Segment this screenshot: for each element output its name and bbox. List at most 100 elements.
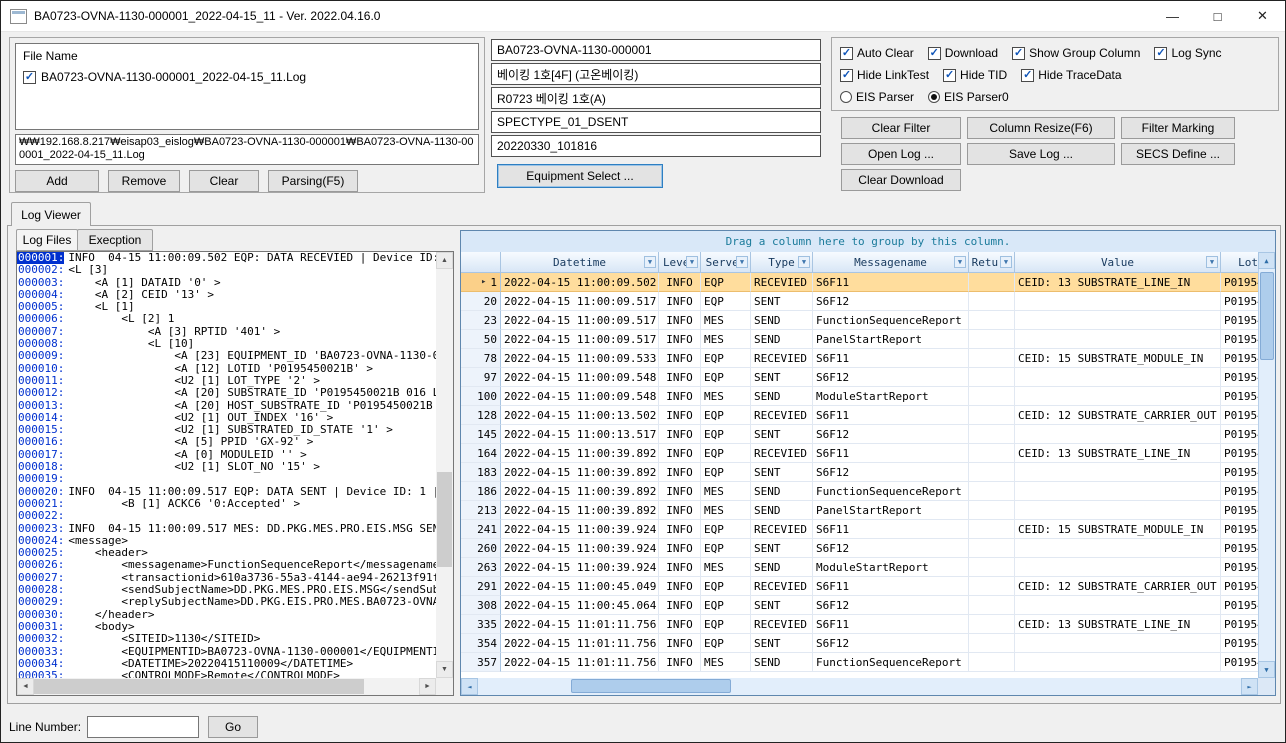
- cell-dt[interactable]: 2022-04-15 11:01:11.756: [501, 634, 659, 653]
- cell-n[interactable]: 357: [461, 653, 501, 672]
- filter-icon[interactable]: ▼: [736, 256, 748, 268]
- cell-server[interactable]: EQP: [701, 444, 751, 463]
- open-log-button[interactable]: Open Log ...: [841, 143, 961, 165]
- table-row[interactable]: 2912022-04-15 11:00:45.049INFOEQPRECEVIE…: [461, 577, 1258, 596]
- cell-level[interactable]: INFO: [659, 596, 701, 615]
- log-line[interactable]: 000033: <EQUIPMENTID>BA0723-OVNA-1130-00…: [17, 646, 436, 658]
- cell-msg[interactable]: PanelStartReport: [813, 501, 969, 520]
- scroll-left-icon[interactable]: ◄: [17, 678, 34, 695]
- cell-lot[interactable]: P0195450021B: [1221, 444, 1258, 463]
- cell-dt[interactable]: 2022-04-15 11:00:39.892: [501, 501, 659, 520]
- checkbox-hide-linktest[interactable]: ✓Hide LinkTest: [840, 68, 929, 82]
- cell-type[interactable]: SENT: [751, 539, 813, 558]
- log-vertical-scrollbar[interactable]: ▲ ▼: [436, 252, 453, 678]
- cell-value[interactable]: [1015, 653, 1221, 672]
- file-list-item[interactable]: ✓ BA0723-OVNA-1130-000001_2022-04-15_11.…: [23, 70, 471, 84]
- close-icon[interactable]: ✕: [1240, 1, 1285, 31]
- cell-dt[interactable]: 2022-04-15 11:00:09.517: [501, 292, 659, 311]
- cell-level[interactable]: INFO: [659, 653, 701, 672]
- cell-n[interactable]: 308: [461, 596, 501, 615]
- cell-type[interactable]: RECEVIED: [751, 349, 813, 368]
- cell-n[interactable]: 97: [461, 368, 501, 387]
- cell-level[interactable]: INFO: [659, 444, 701, 463]
- checkbox-auto-clear[interactable]: ✓Auto Clear: [840, 46, 914, 60]
- column-header-ret[interactable]: Return▼: [969, 252, 1015, 273]
- cell-lot[interactable]: P0195450021B: [1221, 539, 1258, 558]
- checkbox-log-sync[interactable]: ✓Log Sync: [1154, 46, 1221, 60]
- table-row[interactable]: 2602022-04-15 11:00:39.924INFOEQPSENTS6F…: [461, 539, 1258, 558]
- cell-msg[interactable]: FunctionSequenceReport: [813, 653, 969, 672]
- cell-level[interactable]: INFO: [659, 406, 701, 425]
- cell-msg[interactable]: PanelStartReport: [813, 330, 969, 349]
- cell-n[interactable]: 260: [461, 539, 501, 558]
- cell-dt[interactable]: 2022-04-15 11:00:45.049: [501, 577, 659, 596]
- log-vscroll-thumb[interactable]: [437, 472, 452, 567]
- cell-value[interactable]: [1015, 634, 1221, 653]
- cell-type[interactable]: RECEVIED: [751, 577, 813, 596]
- cell-type[interactable]: RECEVIED: [751, 615, 813, 634]
- cell-n[interactable]: ▸1: [461, 273, 501, 292]
- cell-server[interactable]: EQP: [701, 368, 751, 387]
- cell-n[interactable]: 241: [461, 520, 501, 539]
- cell-type[interactable]: SENT: [751, 425, 813, 444]
- cell-ret[interactable]: [969, 292, 1015, 311]
- cell-ret[interactable]: [969, 501, 1015, 520]
- filter-icon[interactable]: ▼: [1000, 256, 1012, 268]
- grid-scroll-down-icon[interactable]: ▼: [1258, 661, 1275, 678]
- cell-server[interactable]: EQP: [701, 463, 751, 482]
- table-row[interactable]: 502022-04-15 11:00:09.517INFOMESSENDPane…: [461, 330, 1258, 349]
- cell-server[interactable]: EQP: [701, 425, 751, 444]
- file-path-box[interactable]: ₩₩192.168.8.217₩eisap03_eislog₩BA0723-OV…: [15, 134, 479, 165]
- cell-type[interactable]: SEND: [751, 501, 813, 520]
- cell-level[interactable]: INFO: [659, 634, 701, 653]
- table-row[interactable]: ▸12022-04-15 11:00:09.502INFOEQPRECEVIED…: [461, 273, 1258, 292]
- cell-type[interactable]: SEND: [751, 387, 813, 406]
- cell-value[interactable]: [1015, 539, 1221, 558]
- cell-type[interactable]: SENT: [751, 368, 813, 387]
- cell-lot[interactable]: P0195450021B: [1221, 368, 1258, 387]
- cell-level[interactable]: INFO: [659, 539, 701, 558]
- cell-msg[interactable]: S6F11: [813, 520, 969, 539]
- cell-type[interactable]: RECEVIED: [751, 273, 813, 292]
- cell-lot[interactable]: P0195450021B: [1221, 387, 1258, 406]
- cell-ret[interactable]: [969, 330, 1015, 349]
- table-row[interactable]: 2632022-04-15 11:00:39.924INFOMESSENDMod…: [461, 558, 1258, 577]
- cell-dt[interactable]: 2022-04-15 11:00:13.502: [501, 406, 659, 425]
- cell-server[interactable]: EQP: [701, 292, 751, 311]
- cell-msg[interactable]: S6F12: [813, 425, 969, 444]
- cell-level[interactable]: INFO: [659, 558, 701, 577]
- cell-value[interactable]: [1015, 558, 1221, 577]
- cell-msg[interactable]: S6F11: [813, 406, 969, 425]
- column-header-lot[interactable]: Lot id▼: [1221, 252, 1258, 273]
- add-button[interactable]: Add: [15, 170, 99, 192]
- cell-n[interactable]: 50: [461, 330, 501, 349]
- grid-hscroll-thumb[interactable]: [571, 679, 731, 693]
- file-list[interactable]: File Name ✓ BA0723-OVNA-1130-000001_2022…: [15, 43, 479, 130]
- cell-n[interactable]: 164: [461, 444, 501, 463]
- cell-level[interactable]: INFO: [659, 501, 701, 520]
- cell-msg[interactable]: FunctionSequenceReport: [813, 482, 969, 501]
- cell-value[interactable]: CEID: 12 SUBSTRATE_CARRIER_OUT: [1015, 406, 1221, 425]
- cell-lot[interactable]: P0195450021B: [1221, 311, 1258, 330]
- cell-lot[interactable]: P0195450021B: [1221, 482, 1258, 501]
- cell-dt[interactable]: 2022-04-15 11:00:09.517: [501, 330, 659, 349]
- grid-vscroll-thumb[interactable]: [1260, 272, 1274, 360]
- grid-scroll-right-icon[interactable]: ►: [1241, 678, 1258, 695]
- cell-dt[interactable]: 2022-04-15 11:00:09.502: [501, 273, 659, 292]
- cell-ret[interactable]: [969, 463, 1015, 482]
- remove-button[interactable]: Remove: [108, 170, 180, 192]
- log-line[interactable]: 000035: <CONTROLMODE>Remote</CONTROLMODE…: [17, 670, 436, 678]
- cell-msg[interactable]: S6F11: [813, 349, 969, 368]
- cell-type[interactable]: SEND: [751, 482, 813, 501]
- cell-ret[interactable]: [969, 387, 1015, 406]
- cell-server[interactable]: MES: [701, 482, 751, 501]
- minimize-icon[interactable]: —: [1150, 1, 1195, 31]
- table-row[interactable]: 2132022-04-15 11:00:39.892INFOMESSENDPan…: [461, 501, 1258, 520]
- cell-ret[interactable]: [969, 311, 1015, 330]
- cell-type[interactable]: SEND: [751, 653, 813, 672]
- cell-server[interactable]: EQP: [701, 615, 751, 634]
- checkbox-hide-tracedata[interactable]: ✓Hide TraceData: [1021, 68, 1121, 82]
- checkbox-hide-tid[interactable]: ✓Hide TID: [943, 68, 1007, 82]
- cell-lot[interactable]: P0195450021B: [1221, 558, 1258, 577]
- filter-icon[interactable]: ▼: [954, 256, 966, 268]
